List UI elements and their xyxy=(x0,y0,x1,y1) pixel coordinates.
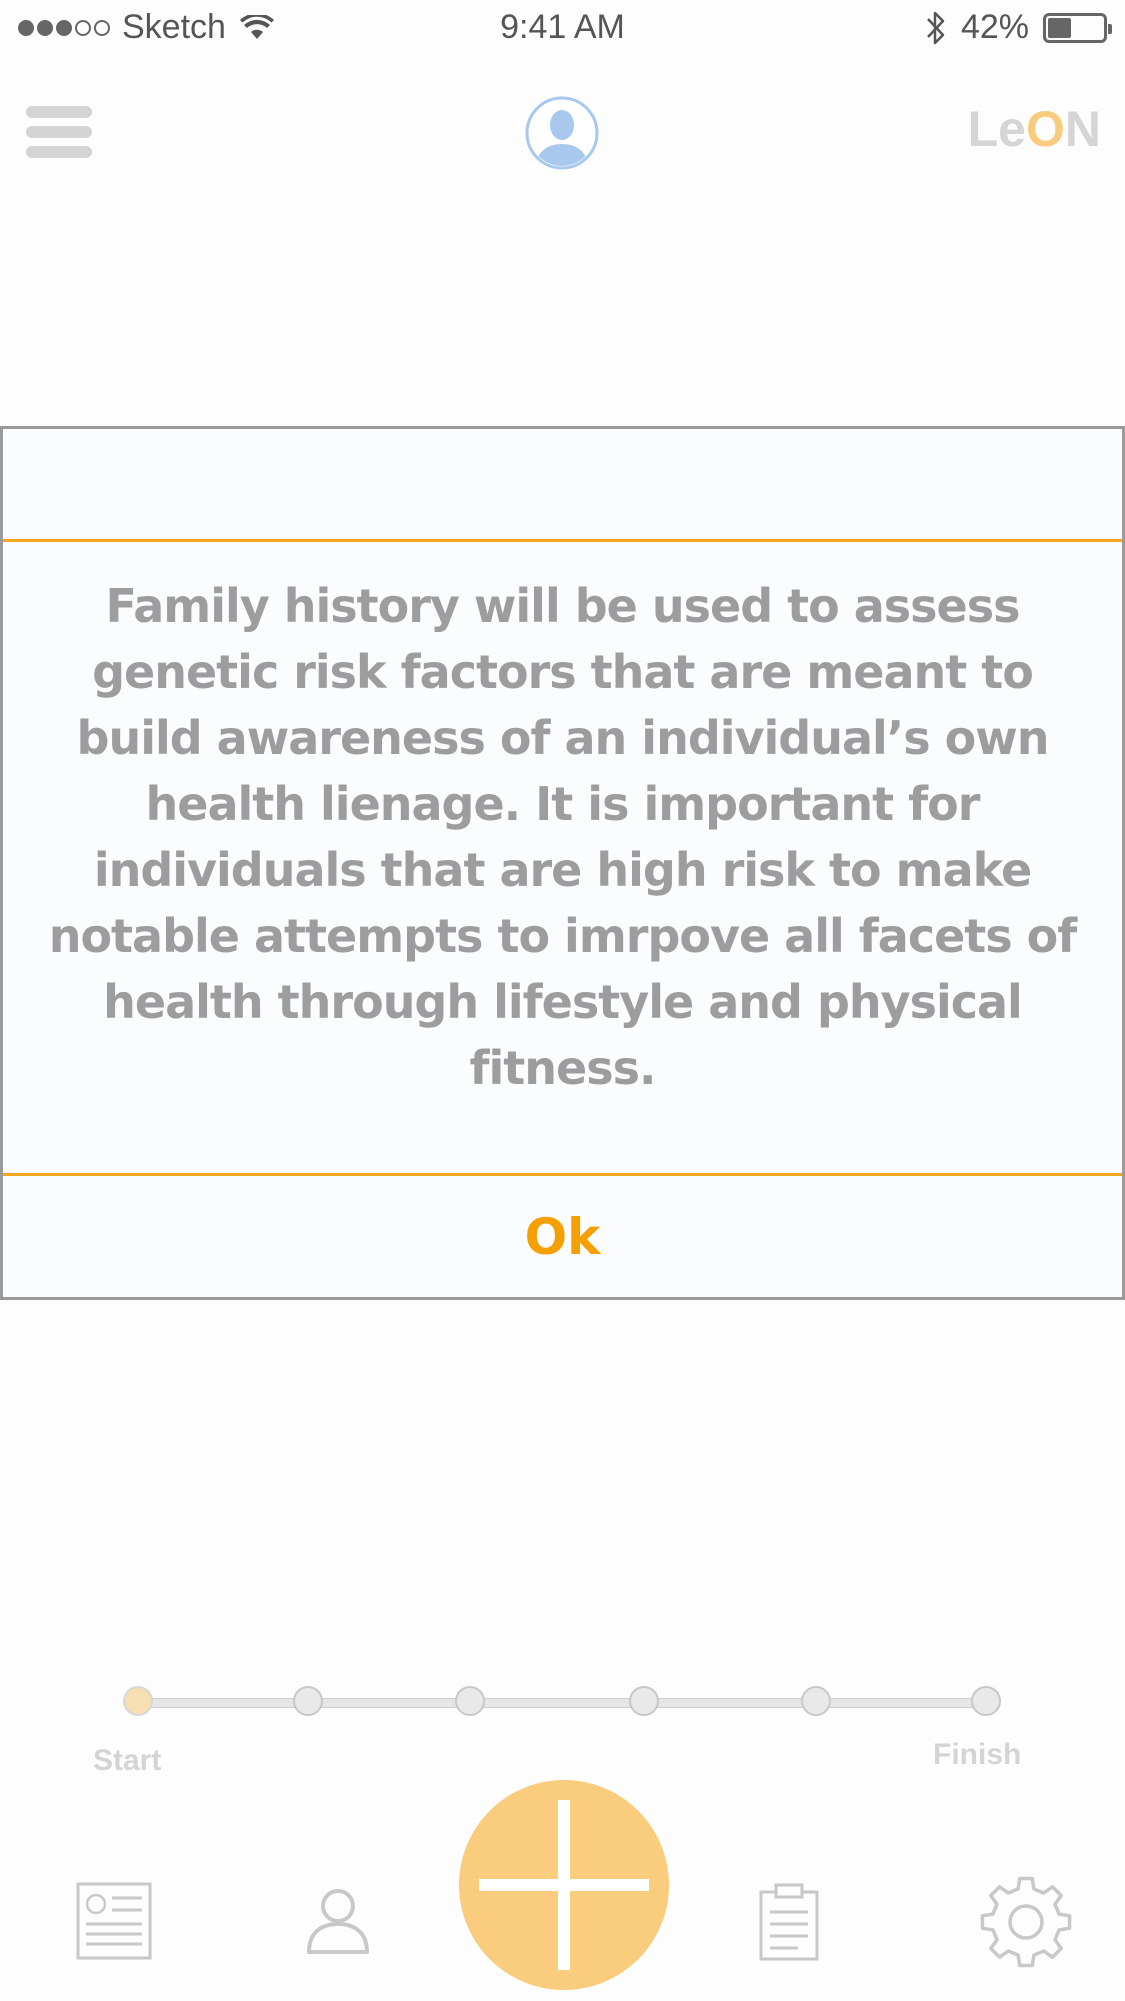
progress-tracker xyxy=(123,1686,1001,1716)
logo-accent: O xyxy=(1025,101,1065,157)
avatar-icon[interactable] xyxy=(525,96,599,170)
progress-step-5 xyxy=(801,1686,831,1716)
app-screen: Sketch 9:41 AM 42% LeON Family history w… xyxy=(0,0,1125,2001)
battery-icon xyxy=(1043,12,1112,43)
battery-level-fill xyxy=(1048,17,1071,38)
progress-step-3 xyxy=(455,1686,485,1716)
battery-cap xyxy=(1108,23,1112,34)
progress-finish-label: Finish xyxy=(933,1738,1022,1771)
menu-icon[interactable] xyxy=(26,106,94,162)
logo-suffix: N xyxy=(1064,101,1101,157)
progress-start-label: Start xyxy=(93,1744,162,1777)
ok-button[interactable]: Ok xyxy=(3,1177,1122,1297)
modal-divider xyxy=(3,1173,1122,1176)
progress-step-6 xyxy=(971,1686,1001,1716)
bluetooth-icon xyxy=(927,11,945,44)
gear-icon[interactable] xyxy=(978,1874,1074,1970)
progress-step-2 xyxy=(293,1686,323,1716)
status-bar: Sketch 9:41 AM 42% xyxy=(0,0,1125,60)
menu-line xyxy=(26,126,92,138)
app-logo: LeON xyxy=(968,100,1101,158)
progress-step-1 xyxy=(123,1686,153,1716)
battery-percent: 42% xyxy=(960,8,1029,46)
news-icon[interactable] xyxy=(76,1882,152,1960)
status-right: 42% xyxy=(925,8,1112,47)
profile-icon[interactable] xyxy=(306,1888,370,1954)
add-button[interactable] xyxy=(459,1780,669,1990)
add-icon-bar xyxy=(479,1879,649,1891)
modal-message: Family history will be used to assess ge… xyxy=(48,579,1078,1095)
menu-line xyxy=(26,146,92,158)
progress-step-4 xyxy=(629,1686,659,1716)
info-modal: Family history will be used to assess ge… xyxy=(0,426,1125,1300)
clipboard-icon[interactable] xyxy=(758,1882,820,1962)
menu-line xyxy=(26,106,92,118)
progress-track xyxy=(138,1698,986,1708)
logo-prefix: Le xyxy=(967,101,1026,157)
modal-header xyxy=(3,429,1122,542)
